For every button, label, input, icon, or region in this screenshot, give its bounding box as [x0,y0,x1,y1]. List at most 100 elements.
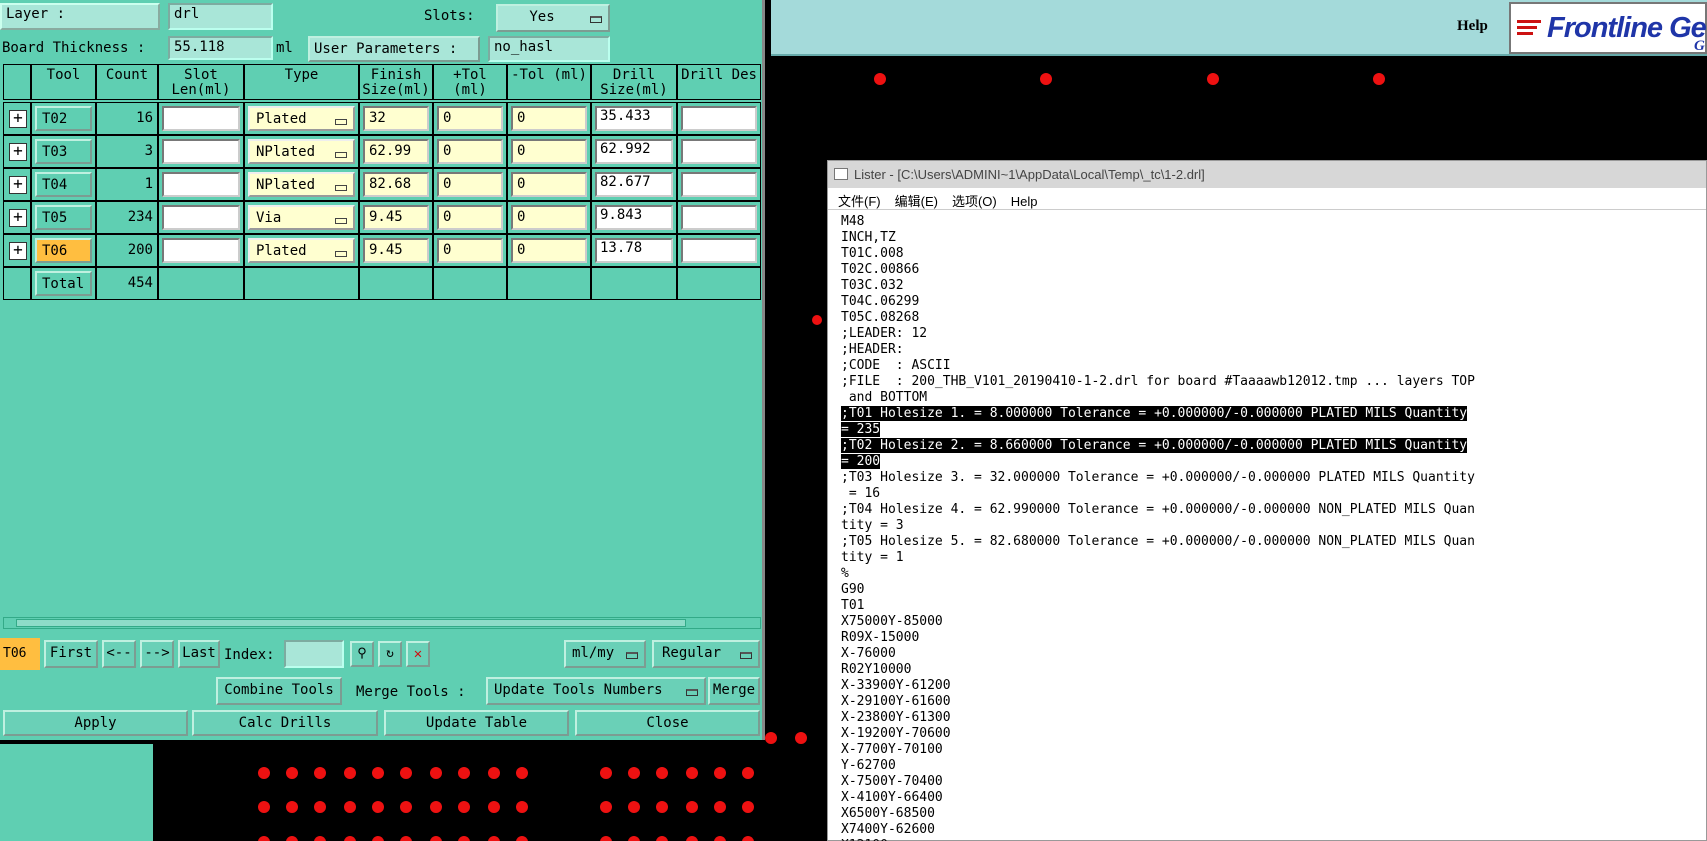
pad [742,836,754,841]
slot-length-input[interactable] [162,106,240,131]
prev-button[interactable]: <-- [102,640,136,668]
thickness-label: Board Thickness : [2,40,146,56]
minus-tol-input[interactable]: 0 [511,139,587,164]
finish-size-input[interactable]: 9.45 [363,205,429,230]
table-cell: 0 [433,135,507,168]
search-icon[interactable]: ⚲ [350,641,374,667]
table-cell: Plated [244,234,359,267]
pad [656,801,668,813]
expand-icon[interactable]: + [9,209,27,227]
lister-window: Lister - [C:\Users\ADMINI~1\AppData\Loca… [827,160,1707,841]
drill-des-input[interactable] [681,106,757,131]
calc-drills-button[interactable]: Calc Drills [192,710,378,736]
tool-count: 16 [136,110,153,126]
tool-button[interactable]: T05 [35,205,92,230]
delete-icon[interactable]: ✕ [406,641,430,667]
plus-tol-input[interactable]: 0 [437,139,503,164]
minus-tol-input[interactable]: 0 [511,172,587,197]
combine-tools-button[interactable]: Combine Tools [216,677,342,705]
pad [516,767,528,779]
tool-button[interactable]: T03 [35,139,92,164]
type-select[interactable]: NPlated [248,139,355,164]
horizontal-scrollbar[interactable] [3,617,761,629]
close-button[interactable]: Close [575,710,760,736]
drill-size-input[interactable]: 82.677 [595,172,673,197]
drill-des-input[interactable] [681,238,757,263]
expand-icon[interactable]: + [9,110,27,128]
expand-icon[interactable]: + [9,176,27,194]
menu-options[interactable]: 选项(O) [952,194,997,209]
type-select[interactable]: Plated [248,106,355,131]
plus-tol-input[interactable]: 0 [437,238,503,263]
mode-select[interactable]: Regular [652,640,760,668]
slot-length-input[interactable] [162,205,240,230]
tool-button[interactable]: T02 [35,106,92,131]
expand-icon[interactable]: + [9,143,27,161]
plus-tol-input[interactable]: 0 [437,172,503,197]
pad [458,801,470,813]
minus-tol-input[interactable]: 0 [511,205,587,230]
table-cell [359,267,433,300]
finish-size-input[interactable]: 82.68 [363,172,429,197]
drill-size-input[interactable]: 35.433 [595,106,673,131]
type-select[interactable]: Plated [248,238,355,263]
drill-size-input[interactable]: 62.992 [595,139,673,164]
layer-field[interactable]: drl [168,3,273,30]
refresh-icon[interactable]: ↻ [378,641,402,667]
lister-titlebar: Lister - [C:\Users\ADMINI~1\AppData\Loca… [828,161,1706,188]
table-cell [677,267,761,300]
pad [714,836,726,841]
plus-tol-input[interactable]: 0 [437,205,503,230]
user-parameters-button[interactable]: User Parameters : [308,36,480,62]
tool-button[interactable]: T04 [35,172,92,197]
table-cell: 0 [433,234,507,267]
finish-size-input[interactable]: 32 [363,106,429,131]
table-cell: 9.45 [359,234,433,267]
help-link[interactable]: Help [1457,18,1488,35]
finish-size-input[interactable]: 9.45 [363,238,429,263]
tool-button[interactable]: T06 [35,238,92,263]
expand-icon[interactable]: + [9,242,27,260]
slot-length-input[interactable] [162,238,240,263]
table-cell: 0 [433,102,507,135]
plus-tol-input[interactable]: 0 [437,106,503,131]
table-cell [3,267,31,300]
table-cell [433,267,507,300]
drill-size-input[interactable]: 13.78 [595,238,673,263]
slot-length-input[interactable] [162,139,240,164]
menu-file[interactable]: 文件(F) [838,194,881,209]
menu-edit[interactable]: 编辑(E) [895,194,938,209]
drill-des-input[interactable] [681,205,757,230]
tool-count: 200 [127,242,153,258]
update-tools-numbers-select[interactable]: Update Tools Numbers [486,677,706,705]
pad [458,767,470,779]
type-select[interactable]: NPlated [248,172,355,197]
minus-tol-input[interactable]: 0 [511,106,587,131]
table-cell: 16 [96,102,158,135]
update-table-button[interactable]: Update Table [384,710,569,736]
index-field[interactable] [284,640,344,668]
slots-select[interactable]: Yes [496,4,610,32]
slot-length-input[interactable] [162,172,240,197]
type-select[interactable]: Via [248,205,355,230]
apply-button[interactable]: Apply [3,710,188,736]
last-button[interactable]: Last [178,640,220,668]
drill-des-input[interactable] [681,172,757,197]
merge-button[interactable]: Merge [708,677,760,705]
first-button[interactable]: First [44,640,98,668]
pad [372,836,384,841]
drill-size-input[interactable]: 9.843 [595,205,673,230]
user-parameters-field[interactable]: no_hasl [488,36,610,62]
column-header: Drill Des [677,64,761,100]
menu-help[interactable]: Help [1011,194,1038,209]
lister-content[interactable]: M48 INCH,TZ T01C.008 T02C.00866 T03C.032… [828,210,1706,841]
thickness-field[interactable]: 55.118 [168,36,273,60]
drill-des-input[interactable] [681,139,757,164]
minus-tol-input[interactable]: 0 [511,238,587,263]
column-header-blank [3,64,31,100]
finish-size-input[interactable]: 62.99 [363,139,429,164]
units-select[interactable]: ml/my [564,640,646,668]
table-cell [677,201,761,234]
lister-menubar: 文件(F) 编辑(E) 选项(O) Help [828,188,1706,210]
next-button[interactable]: --> [140,640,174,668]
